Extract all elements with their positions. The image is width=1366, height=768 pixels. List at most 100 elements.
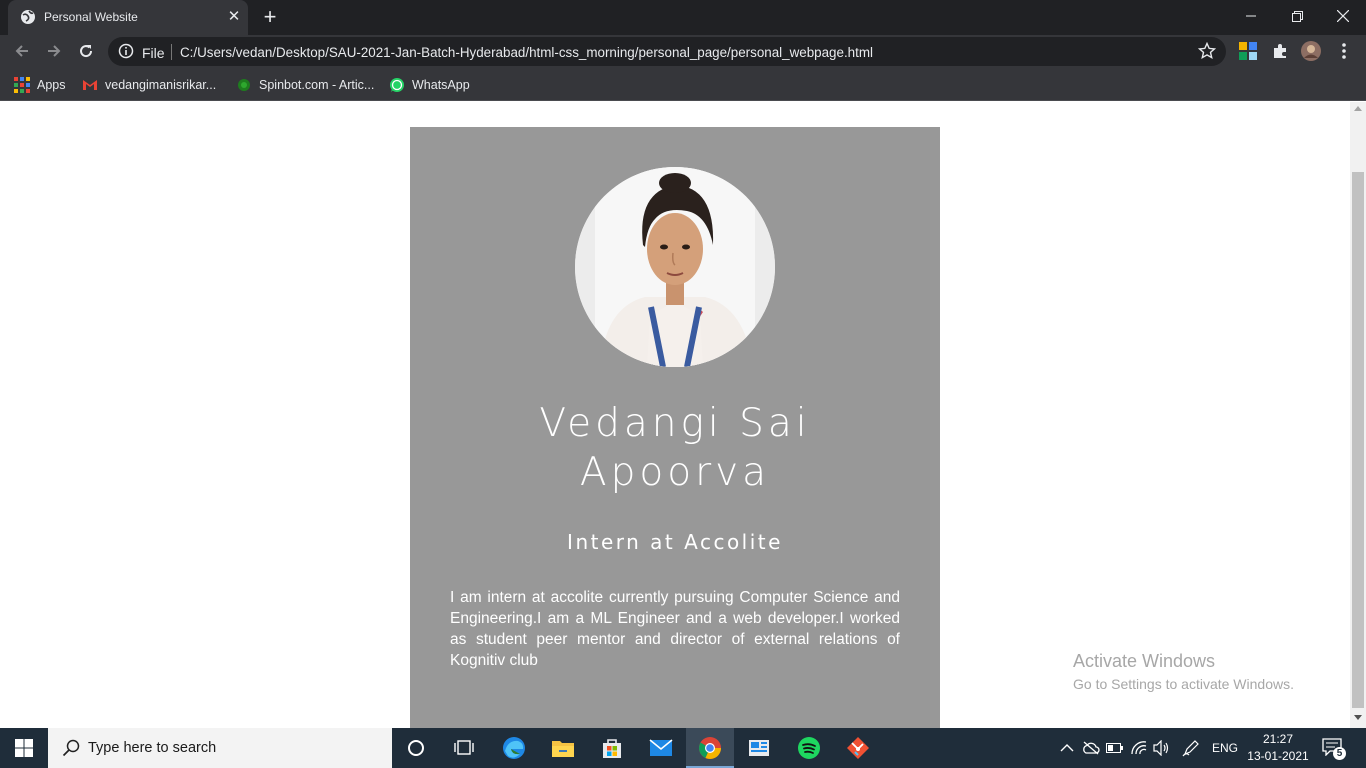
chrome-menu-button[interactable] <box>1334 41 1354 61</box>
activate-windows-subtitle: Go to Settings to activate Windows. <box>1073 676 1294 692</box>
vertical-scrollbar[interactable] <box>1350 102 1366 728</box>
close-icon <box>1337 10 1349 22</box>
scrollbar-thumb[interactable] <box>1352 172 1364 708</box>
chevron-up-icon <box>1060 744 1074 752</box>
git-button[interactable] <box>834 728 882 768</box>
input-language[interactable]: ENG <box>1212 741 1238 755</box>
tab-personal-website[interactable]: Personal Website ✕ <box>8 0 248 35</box>
tab-title: Personal Website <box>44 10 138 24</box>
start-button[interactable] <box>0 728 48 768</box>
news-icon <box>749 740 769 756</box>
kebab-menu-icon <box>1342 43 1346 59</box>
extension-button-1[interactable] <box>1238 41 1258 61</box>
address-divider <box>171 44 172 60</box>
chrome-button[interactable] <box>686 728 734 768</box>
search-icon <box>62 739 80 757</box>
bookmark-apps[interactable]: Apps <box>14 76 66 94</box>
edge-button[interactable] <box>490 728 538 768</box>
task-view-icon <box>454 740 474 755</box>
news-button[interactable] <box>735 728 783 768</box>
wifi-icon <box>1131 741 1147 755</box>
store-icon <box>603 739 621 758</box>
volume-tray[interactable] <box>1153 739 1171 757</box>
battery-tray[interactable] <box>1106 739 1124 757</box>
profile-name: Vedangi Sai Apoorva <box>410 399 940 497</box>
extensions-button[interactable] <box>1270 41 1290 61</box>
whatsapp-icon <box>390 78 404 92</box>
bookmark-label: Apps <box>37 78 66 92</box>
bookmark-spinbot[interactable]: Spinbot.com - Artic... <box>236 76 374 94</box>
minimize-icon <box>1246 15 1256 17</box>
bookmark-label: WhatsApp <box>412 78 470 92</box>
windows-logo-icon <box>15 739 33 757</box>
profile-card: Vedangi Sai Apoorva Intern at Accolite I… <box>410 127 940 728</box>
portrait-image <box>575 167 775 367</box>
scroll-up-arrow-icon[interactable] <box>1354 106 1362 111</box>
scroll-down-arrow-icon[interactable] <box>1354 715 1362 720</box>
reload-icon <box>80 45 93 58</box>
bookmark-label: Spinbot.com - Artic... <box>259 78 375 92</box>
clock-date[interactable]: 13-01-2021 <box>1246 749 1310 763</box>
bookmark-label: vedangimanisrikar... <box>105 78 217 92</box>
wifi-tray[interactable] <box>1130 739 1148 757</box>
profile-avatar-icon <box>1301 41 1321 61</box>
profile-name-line-1: Vedangi Sai <box>539 401 811 446</box>
profile-photo <box>575 167 775 367</box>
taskbar-search-box[interactable]: Type here to search <box>48 728 392 768</box>
forward-button[interactable] <box>42 39 66 63</box>
profile-bio: I am intern at accolite currently pursui… <box>450 589 900 669</box>
arrow-left-icon <box>15 45 28 57</box>
back-button[interactable] <box>10 39 34 63</box>
restore-icon <box>1291 10 1303 22</box>
globe-icon <box>21 10 35 24</box>
info-icon[interactable] <box>118 43 134 59</box>
battery-icon <box>1106 743 1123 753</box>
mail-button[interactable] <box>637 728 685 768</box>
cortana-button[interactable] <box>392 728 440 768</box>
file-explorer-button[interactable] <box>539 728 587 768</box>
task-view-button[interactable] <box>440 728 488 768</box>
close-window-button[interactable] <box>1320 0 1366 32</box>
file-scheme-label: File <box>142 45 165 61</box>
speaker-icon <box>1153 740 1169 756</box>
browser-tab-strip: Personal Website ✕ + <box>0 0 1366 35</box>
profile-button[interactable] <box>1301 41 1321 61</box>
windows-taskbar: Type here to search ENG 21:27 13-01-2021… <box>0 728 1366 768</box>
bookmark-gmail[interactable]: vedangimanisrikar... <box>82 76 216 94</box>
pen-workspace-tray[interactable] <box>1182 739 1200 757</box>
tab-close-icon[interactable]: ✕ <box>226 9 242 25</box>
gmail-icon <box>83 80 97 90</box>
pen-icon <box>1182 740 1199 757</box>
action-center-button[interactable]: 5 <box>1322 738 1346 760</box>
search-placeholder: Type here to search <box>88 740 217 756</box>
cortana-icon <box>408 740 424 756</box>
apps-grid-icon <box>14 77 30 93</box>
cloud-offline-icon <box>1083 741 1100 755</box>
arrow-right-icon <box>48 45 61 57</box>
color-grid-extension-icon <box>1239 42 1257 60</box>
profile-name-line-2: Apoorva <box>579 450 771 495</box>
notification-count-badge: 5 <box>1333 747 1346 760</box>
clock-time[interactable]: 21:27 <box>1260 732 1296 746</box>
reload-button[interactable] <box>74 39 98 63</box>
mail-icon <box>649 739 673 756</box>
restore-button[interactable] <box>1274 0 1320 32</box>
url-text[interactable]: C:/Users/vedan/Desktop/SAU-2021-Jan-Batc… <box>180 45 873 60</box>
bookmark-whatsapp[interactable]: WhatsApp <box>389 76 470 94</box>
edge-icon <box>503 737 525 759</box>
onedrive-tray[interactable] <box>1082 739 1100 757</box>
show-hidden-icons-button[interactable] <box>1058 739 1076 757</box>
new-tab-button[interactable]: + <box>258 6 282 30</box>
chrome-icon <box>699 737 721 759</box>
minimize-button[interactable] <box>1228 0 1274 32</box>
browser-toolbar: File C:/Users/vedan/Desktop/SAU-2021-Jan… <box>0 35 1366 68</box>
git-icon <box>847 737 869 759</box>
puzzle-piece-icon <box>1274 44 1286 58</box>
spotify-button[interactable] <box>785 728 833 768</box>
bookmarks-bar: Apps vedangimanisrikar... Spinbot.com - … <box>0 68 1366 101</box>
address-bar[interactable]: File C:/Users/vedan/Desktop/SAU-2021-Jan… <box>108 37 1226 66</box>
bookmark-star-icon[interactable] <box>1198 42 1216 60</box>
activate-windows-title: Activate Windows <box>1073 651 1216 671</box>
spotify-icon <box>798 737 820 759</box>
store-button[interactable] <box>588 728 636 768</box>
